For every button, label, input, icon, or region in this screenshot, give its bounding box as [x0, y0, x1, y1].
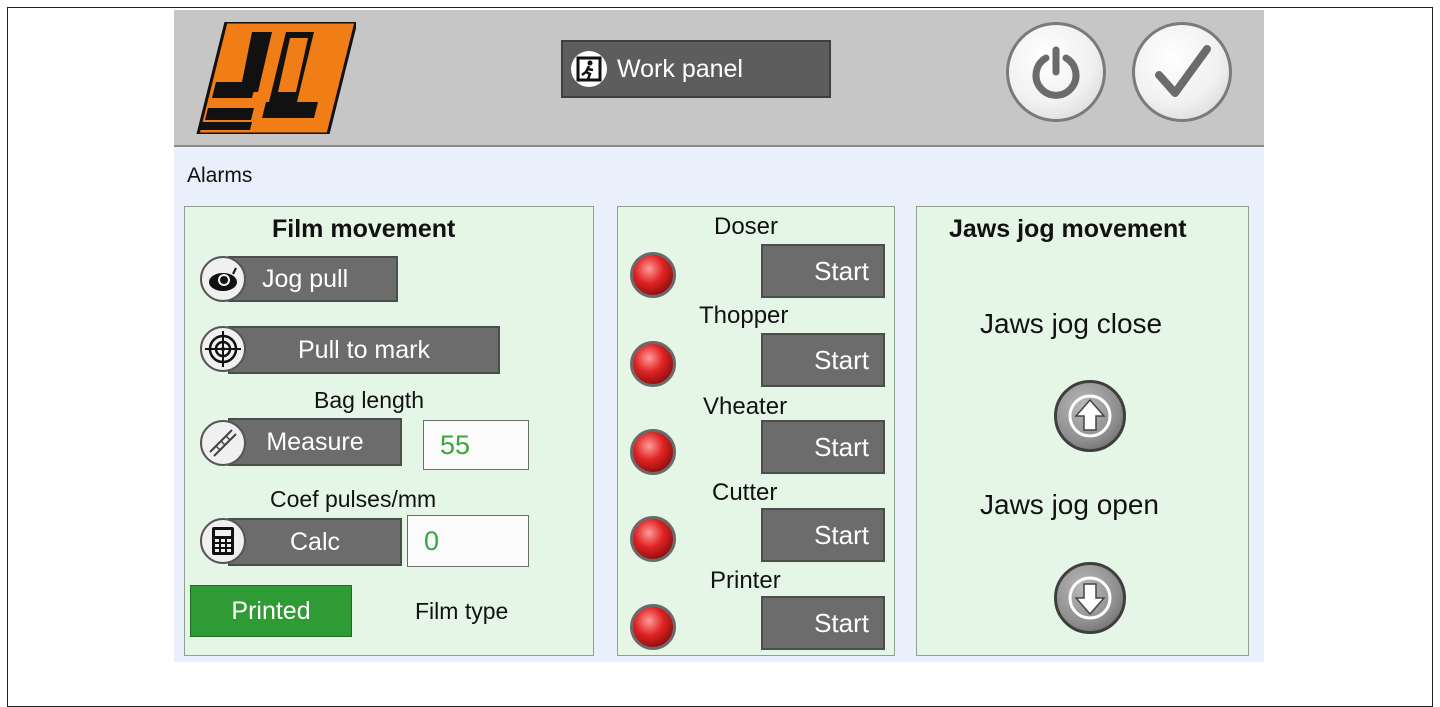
calc-label: Calc	[289, 527, 340, 556]
status-led-thopper	[630, 341, 676, 387]
jaws-jog-title: Jaws jog movement	[949, 215, 1187, 243]
start-button-doser[interactable]: Start	[761, 244, 885, 298]
bag-length-label: Bag length	[314, 387, 424, 413]
film-type-label: Film type	[415, 598, 509, 624]
jaws-jog-close-label: Jaws jog close	[980, 308, 1163, 339]
jog-pull-button[interactable]: Jog pull	[228, 256, 398, 302]
arrow-down-icon	[1068, 576, 1112, 620]
film-movement-title: Film movement	[272, 215, 456, 243]
snail-icon	[200, 256, 246, 302]
confirm-button[interactable]	[1132, 22, 1232, 122]
exit-icon	[571, 51, 607, 87]
start-button-thopper[interactable]: Start	[761, 333, 885, 387]
status-led-cutter	[630, 516, 676, 562]
measure-button[interactable]: Measure	[228, 418, 402, 466]
start-label: Start	[814, 344, 869, 375]
start-label: Start	[814, 431, 869, 462]
power-button[interactable]	[1006, 22, 1106, 122]
bag-length-value: 55	[440, 429, 471, 460]
start-button-vheater[interactable]: Start	[761, 420, 885, 474]
printed-button[interactable]: Printed	[190, 585, 352, 637]
pull-to-mark-label: Pull to mark	[298, 335, 430, 364]
status-led-doser	[630, 252, 676, 298]
start-button-printer[interactable]: Start	[761, 596, 885, 650]
power-icon	[1032, 46, 1080, 99]
arrow-up-icon	[1068, 394, 1112, 438]
work-panel-button[interactable]: Work panel	[561, 40, 831, 98]
coef-pulses-input[interactable]: 0	[407, 515, 529, 567]
jaws-jog-open-button[interactable]	[1054, 562, 1126, 634]
calc-button[interactable]: Calc	[228, 518, 402, 566]
calculator-icon	[200, 518, 246, 564]
pull-to-mark-button[interactable]: Pull to mark	[228, 326, 500, 374]
logo	[196, 22, 356, 134]
jaws-jog-open-label: Jaws jog open	[980, 489, 1160, 520]
coef-pulses-value: 0	[424, 525, 440, 556]
measure-label: Measure	[266, 427, 364, 456]
ruler-icon	[200, 420, 246, 466]
start-label: Start	[814, 519, 869, 550]
check-icon	[1155, 45, 1211, 97]
work-panel-label: Work panel	[617, 54, 743, 83]
jog-pull-label: Jog pull	[262, 264, 349, 293]
status-led-vheater	[630, 429, 676, 475]
device-label-vheater: Vheater	[703, 393, 788, 420]
start-button-cutter[interactable]: Start	[761, 508, 885, 562]
device-label-thopper: Thopper	[699, 302, 789, 329]
status-led-printer	[630, 604, 676, 650]
hmi-screen: Work panel Alarms Film movement Jog pull…	[174, 10, 1264, 662]
device-label-cutter: Cutter	[712, 479, 778, 506]
start-label: Start	[814, 607, 869, 638]
coef-pulses-label: Coef pulses/mm	[270, 486, 437, 512]
printed-label: Printed	[231, 596, 311, 625]
start-label: Start	[814, 255, 869, 286]
jaws-jog-close-button[interactable]	[1054, 380, 1126, 452]
device-label-doser: Doser	[714, 213, 779, 240]
alarms-link[interactable]: Alarms	[187, 164, 252, 188]
device-label-printer: Printer	[710, 567, 781, 594]
bag-length-input[interactable]: 55	[423, 420, 529, 470]
top-bar: Work panel	[174, 10, 1264, 147]
target-icon	[200, 326, 246, 372]
